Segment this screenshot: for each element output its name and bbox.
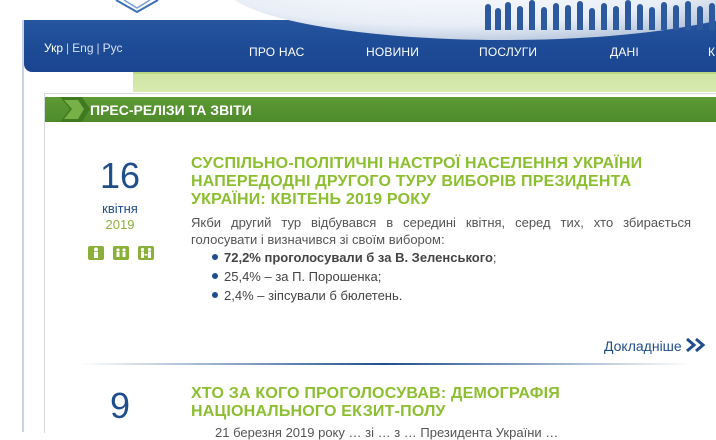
article-title[interactable]: СУСПІЛЬНО-ПОЛІТИЧНІ НАСТРОЇ НАСЕЛЕННЯ УК… — [191, 155, 671, 209]
article-intro: Якби другий тур відбувався в середині кв… — [191, 215, 691, 247]
section-arrow-icon — [60, 97, 90, 122]
article-day: 9 — [109, 385, 131, 426]
article-bullets: 72,2% проголосували б за В. Зеленського;… — [212, 249, 497, 306]
crowd-illustration — [479, 0, 716, 32]
nav-services[interactable]: ПОСЛУГИ — [479, 45, 537, 59]
lang-rus[interactable]: Рус — [103, 41, 123, 55]
lang-eng[interactable]: Eng — [72, 41, 93, 55]
article-title[interactable]: ХТО ЗА КОГО ПРОГОЛОСУВАВ: ДЕМОГРАФІЯ НАЦ… — [191, 385, 671, 421]
language-switcher: Укр | Eng | Рус — [44, 41, 123, 55]
nav-news[interactable]: НОВИНИ — [366, 45, 419, 59]
article-intro-partial: 21 березня 2019 року … зі … з … Президен… — [215, 425, 559, 440]
section-title: ПРЕС-РЕЛІЗИ ТА ЗВІТИ — [90, 102, 252, 118]
site-header — [24, 0, 716, 72]
bullet-item: 72,2% проголосували б за В. Зеленського; — [212, 249, 497, 268]
nav-contacts[interactable]: К — [708, 45, 715, 59]
article-day: 16 — [99, 155, 141, 196]
article-divider — [80, 363, 690, 365]
green-accent-strip — [133, 72, 716, 92]
person-icon[interactable] — [88, 246, 104, 260]
read-more-link[interactable]: Докладніше — [604, 338, 682, 354]
strip-left-blank — [24, 72, 133, 90]
nav-about[interactable]: ПРО НАС — [249, 45, 305, 59]
logo-icon[interactable] — [110, 0, 164, 14]
group-icon[interactable] — [113, 246, 129, 260]
nav-data[interactable]: ДАНІ — [610, 45, 639, 59]
page-left-gutter — [0, 0, 24, 432]
lang-ukr[interactable]: Укр — [44, 41, 63, 55]
bullet-item: 25,4% – за П. Порошенка; — [212, 268, 497, 287]
bullet-item: 2,4% – зіпсували б бюлетень. — [212, 287, 497, 306]
people-icon[interactable] — [138, 246, 154, 260]
double-chevron-right-icon[interactable] — [685, 337, 707, 353]
article-month: квітня — [102, 201, 138, 216]
article-year: 2019 — [105, 217, 135, 232]
